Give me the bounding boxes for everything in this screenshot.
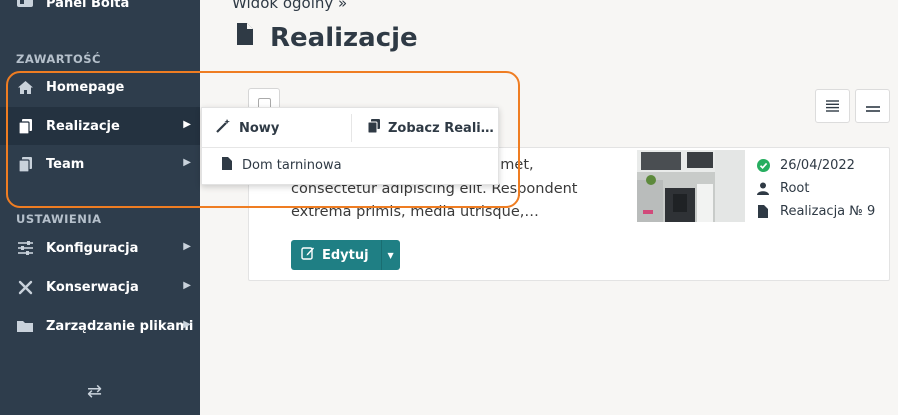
sidebar-item-konserwacja[interactable]: Konserwacja ▶ xyxy=(0,268,200,306)
section-title-content: ZAWARTOŚĆ xyxy=(16,52,101,66)
user-icon xyxy=(756,182,770,195)
list-view-button[interactable] xyxy=(815,89,850,123)
view-all-label: Zobacz Reali… xyxy=(388,120,494,136)
sidebar-item-team[interactable]: Team ▶ xyxy=(0,145,200,183)
record-id-text: Realizacja № 9 xyxy=(780,204,876,219)
sidebar: Panel Bolta ZAWARTOŚĆ Homepage Realizacj… xyxy=(0,0,200,415)
brand-label: Panel Bolta xyxy=(46,0,130,11)
file-icon xyxy=(222,157,232,174)
sidebar-item-realizacje[interactable]: Realizacje ▶ xyxy=(0,107,200,145)
file-icon xyxy=(236,22,254,53)
brand[interactable]: Panel Bolta xyxy=(16,0,129,13)
edit-button[interactable]: Edytuj xyxy=(291,240,382,270)
sidebar-item-label: Team xyxy=(46,156,85,172)
caret-down-icon: ▼ xyxy=(387,250,394,260)
sidebar-item-homepage[interactable]: Homepage xyxy=(0,68,200,106)
edit-button-group: Edytuj ▼ xyxy=(291,240,400,270)
view-all-button[interactable]: Zobacz Reali… xyxy=(367,108,494,148)
edit-icon xyxy=(301,246,315,264)
edit-dropdown-toggle[interactable]: ▼ xyxy=(381,240,400,270)
record-date: 26/04/2022 xyxy=(756,158,855,173)
folder-icon xyxy=(16,317,34,335)
page-title: Realizacje xyxy=(236,22,418,53)
section-title-settings: USTAWIENIA xyxy=(16,212,102,226)
page-title-text: Realizacje xyxy=(270,22,418,53)
sliders-icon xyxy=(16,239,34,257)
file-icon xyxy=(756,205,770,218)
tools-icon xyxy=(16,278,34,296)
compact-view-button[interactable] xyxy=(855,89,890,123)
sidebar-item-label: Zarządzanie plikami xyxy=(46,318,194,334)
magic-wand-icon xyxy=(216,119,231,137)
edit-button-label: Edytuj xyxy=(322,247,369,263)
new-record-button[interactable]: Nowy xyxy=(216,108,279,148)
sidebar-item-label: Konfiguracja xyxy=(46,240,139,256)
new-record-label: Nowy xyxy=(239,120,280,136)
flyout-record-item[interactable]: Dom tarninowa xyxy=(222,157,342,174)
chevron-right-icon: ▶ xyxy=(183,157,191,168)
record-thumbnail[interactable] xyxy=(637,150,745,222)
record-author-text: Root xyxy=(780,181,810,196)
copy-icon xyxy=(16,117,34,135)
breadcrumb[interactable]: Widok ogólny » xyxy=(232,0,347,12)
chevron-right-icon: ▶ xyxy=(183,119,191,130)
copy-icon xyxy=(16,155,34,173)
record-date-text: 26/04/2022 xyxy=(780,158,855,173)
sidebar-item-label: Homepage xyxy=(46,79,125,95)
realizacje-flyout-menu: Nowy Zobacz Reali… Dom tarninowa xyxy=(201,107,499,185)
record-author: Root xyxy=(756,181,809,196)
record-id: Realizacja № 9 xyxy=(756,204,875,219)
flyout-record-label: Dom tarninowa xyxy=(242,158,342,173)
sidebar-item-konfiguracja[interactable]: Konfiguracja ▶ xyxy=(0,229,200,267)
home-icon xyxy=(16,78,34,96)
sidebar-item-zarzadzanie-plikami[interactable]: Zarządzanie plikami ▶ xyxy=(0,307,200,345)
list-icon xyxy=(826,97,839,116)
flyout-divider xyxy=(351,114,352,142)
sidebar-item-label: Realizacje xyxy=(46,118,120,134)
sidebar-item-label: Konserwacja xyxy=(46,279,139,295)
sidebar-toggle-icon[interactable]: ⇄ xyxy=(87,381,102,402)
menu-icon xyxy=(865,97,880,116)
copy-icon xyxy=(367,119,380,137)
chevron-right-icon: ▶ xyxy=(183,319,191,330)
flyout-actions: Nowy Zobacz Reali… xyxy=(202,108,498,148)
check-circle-icon xyxy=(756,159,770,172)
chevron-right-icon: ▶ xyxy=(183,280,191,291)
chevron-right-icon: ▶ xyxy=(183,241,191,252)
dashboard-icon xyxy=(16,0,34,13)
